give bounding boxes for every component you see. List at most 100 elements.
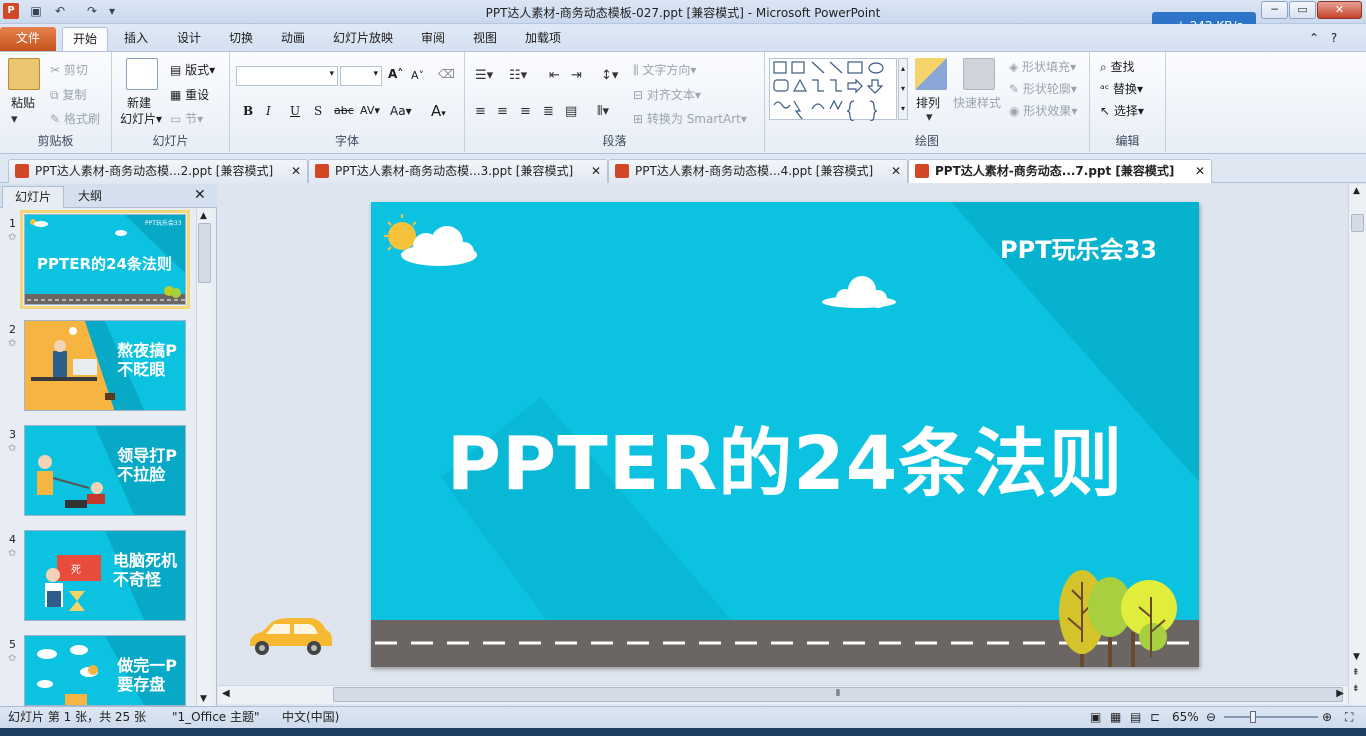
tab-design[interactable]: 设计 — [167, 27, 211, 51]
quick-styles-button[interactable]: 快速样式 — [953, 94, 1001, 111]
columns-icon[interactable]: ⫴▾ — [597, 104, 609, 119]
thumbnail-1[interactable]: 1 ✩ PPT玩乐会33 PPTER的24条法则 — [0, 210, 196, 314]
previous-slide-icon[interactable]: ⇞ — [1352, 668, 1360, 678]
scroll-down-icon[interactable]: ▼ — [1353, 652, 1360, 662]
new-slide-icon[interactable] — [126, 58, 158, 90]
paste-button[interactable]: 粘贴 — [11, 94, 35, 111]
scroll-thumb[interactable] — [1351, 214, 1364, 232]
paste-icon[interactable] — [8, 58, 40, 90]
tab-transitions[interactable]: 切换 — [219, 27, 263, 51]
find-button[interactable]: ⌕ 查找 — [1100, 58, 1135, 75]
scroll-thumb[interactable] — [198, 223, 211, 283]
select-button[interactable]: ↖ 选择▾ — [1100, 102, 1144, 119]
new-slide-label-1[interactable]: 新建 — [127, 94, 151, 111]
tab-slides[interactable]: 幻灯片 — [2, 186, 65, 208]
shape-fill-button[interactable]: ◈ 形状填充▾ — [1009, 58, 1076, 75]
align-center-icon[interactable]: ≡ — [497, 104, 508, 119]
shapes-gallery[interactable] — [769, 58, 897, 122]
grow-font-button[interactable]: A˄ — [388, 67, 403, 81]
slide-canvas[interactable]: PPT玩乐会33 PPTER的24条法则 — [371, 202, 1199, 667]
tab-insert[interactable]: 插入 — [114, 27, 158, 51]
slideshow-view-icon[interactable]: ⊏ — [1150, 707, 1160, 727]
cut-button[interactable]: ✂ 剪切 — [50, 61, 88, 78]
increase-indent-icon[interactable]: ⇥ — [571, 68, 582, 83]
tab-review[interactable]: 审阅 — [411, 27, 455, 51]
horizontal-scrollbar[interactable]: ◀ ⦀ ▶ — [218, 685, 1348, 704]
numbering-icon[interactable]: ☷▾ — [509, 68, 527, 83]
justify-icon[interactable]: ≣ — [543, 104, 554, 119]
close-tab-icon[interactable]: ✕ — [291, 160, 301, 182]
thumbnail-4[interactable]: 4 ✩ 死 电脑死机 不奇怪 — [0, 530, 196, 630]
close-button[interactable]: ✕ — [1317, 1, 1362, 19]
doc-tab-7[interactable]: PPT达人素材-商务动态...7.ppt [兼容模式] ✕ — [908, 159, 1212, 183]
zoom-in-icon[interactable]: ⊕ — [1322, 707, 1332, 727]
thumbnail-image[interactable]: 死 电脑死机 不奇怪 — [24, 530, 186, 621]
doc-tab-2[interactable]: PPT达人素材-商务动态模...2.ppt [兼容模式] ✕ — [8, 159, 308, 183]
zoom-level[interactable]: 65% — [1172, 707, 1199, 727]
doc-tab-3[interactable]: PPT达人素材-商务动态模...3.ppt [兼容模式] ✕ — [308, 159, 608, 183]
font-color-button[interactable]: A▾ — [431, 102, 446, 120]
minimize-ribbon-icon[interactable]: ⌃ — [1304, 27, 1324, 51]
doc-tab-4[interactable]: PPT达人素材-商务动态模...4.ppt [兼容模式] ✕ — [608, 159, 908, 183]
tab-slideshow[interactable]: 幻灯片放映 — [326, 27, 400, 51]
thumbnail-2[interactable]: 2 ✩ 熬夜搞P 不眨眼 — [0, 320, 196, 420]
align-text-button[interactable]: ⊟ 对齐文本▾ — [633, 86, 701, 103]
thumbnail-image[interactable]: 做完一P 要存盘 — [24, 635, 186, 706]
zoom-out-icon[interactable]: ⊖ — [1206, 707, 1216, 727]
replace-button[interactable]: ᵃᶜ 替换▾ — [1100, 80, 1143, 97]
font-name-combo[interactable]: ▾ — [236, 66, 338, 86]
char-spacing-button[interactable]: AV▾ — [360, 104, 380, 117]
quick-styles-icon[interactable] — [963, 58, 995, 90]
shadow-button[interactable]: S — [314, 104, 322, 118]
normal-view-icon[interactable]: ▣ — [1090, 707, 1101, 727]
underline-button[interactable]: U — [290, 104, 300, 118]
line-spacing-icon[interactable]: ↕▾ — [601, 68, 618, 83]
scroll-left-icon[interactable]: ◀ — [222, 688, 230, 699]
thumbnail-3[interactable]: 3 ✩ 领导打P 不拉脸 — [0, 425, 196, 525]
distributed-icon[interactable]: ▤ — [565, 104, 577, 119]
decrease-indent-icon[interactable]: ⇤ — [549, 68, 560, 83]
copy-button[interactable]: ⧉ 复制 — [50, 86, 86, 103]
tab-outline[interactable]: 大纲 — [66, 186, 114, 208]
tab-home[interactable]: 开始 — [62, 27, 108, 51]
bold-button[interactable]: B — [243, 104, 253, 118]
align-left-icon[interactable]: ≡ — [475, 104, 486, 119]
maximize-button[interactable]: ▭ — [1289, 1, 1316, 19]
reading-view-icon[interactable]: ▤ — [1130, 707, 1141, 727]
thumbnail-image[interactable]: 领导打P 不拉脸 — [24, 425, 186, 516]
align-right-icon[interactable]: ≡ — [520, 104, 531, 119]
close-tab-icon[interactable]: ✕ — [891, 160, 901, 182]
new-slide-button[interactable]: 幻灯片▾ — [120, 110, 162, 127]
clear-formatting-icon[interactable]: ⌫ — [438, 67, 455, 81]
text-direction-button[interactable]: ⫼ 文字方向▾ — [633, 61, 696, 78]
close-tab-icon[interactable]: ✕ — [1195, 160, 1205, 182]
zoom-slider-thumb[interactable] — [1250, 711, 1256, 723]
scroll-up-icon[interactable]: ▲ — [1353, 186, 1360, 196]
thumbnail-image[interactable]: PPT玩乐会33 PPTER的24条法则 — [20, 210, 190, 309]
italic-button[interactable]: I — [266, 104, 271, 118]
next-slide-icon[interactable]: ⇟ — [1352, 684, 1360, 694]
shape-outline-button[interactable]: ✎ 形状轮廓▾ — [1009, 80, 1077, 97]
tab-view[interactable]: 视图 — [463, 27, 507, 51]
strikethrough-button[interactable]: abc — [334, 104, 354, 117]
section-button[interactable]: ▭ 节▾ — [170, 110, 203, 127]
tab-file[interactable]: 文件 — [0, 27, 56, 51]
convert-smartart-button[interactable]: ⊞ 转换为 SmartArt▾ — [633, 110, 747, 127]
zoom-slider[interactable] — [1224, 716, 1318, 718]
tab-animations[interactable]: 动画 — [271, 27, 315, 51]
minimize-button[interactable]: ─ — [1261, 1, 1288, 19]
layout-button[interactable]: ▤ 版式▾ — [170, 61, 215, 78]
bullets-icon[interactable]: ☰▾ — [475, 68, 493, 83]
arrange-icon[interactable] — [915, 58, 947, 90]
vertical-scrollbar[interactable]: ▲ ▼ ⇞ ⇟ — [1348, 184, 1366, 705]
scroll-thumb[interactable]: ⦀ — [333, 687, 1343, 702]
font-size-combo[interactable]: ▾ — [340, 66, 382, 86]
close-tab-icon[interactable]: ✕ — [591, 160, 601, 182]
thumbnail-image[interactable]: 熬夜搞P 不眨眼 — [24, 320, 186, 411]
close-pane-icon[interactable]: ✕ — [194, 187, 206, 203]
shrink-font-button[interactable]: A˅ — [411, 69, 424, 82]
shape-effects-button[interactable]: ◉ 形状效果▾ — [1009, 102, 1077, 119]
reset-button[interactable]: ▦ 重设 — [170, 86, 209, 103]
tab-addins[interactable]: 加载项 — [518, 27, 568, 51]
format-painter-button[interactable]: ✎ 格式刷 — [50, 110, 100, 127]
